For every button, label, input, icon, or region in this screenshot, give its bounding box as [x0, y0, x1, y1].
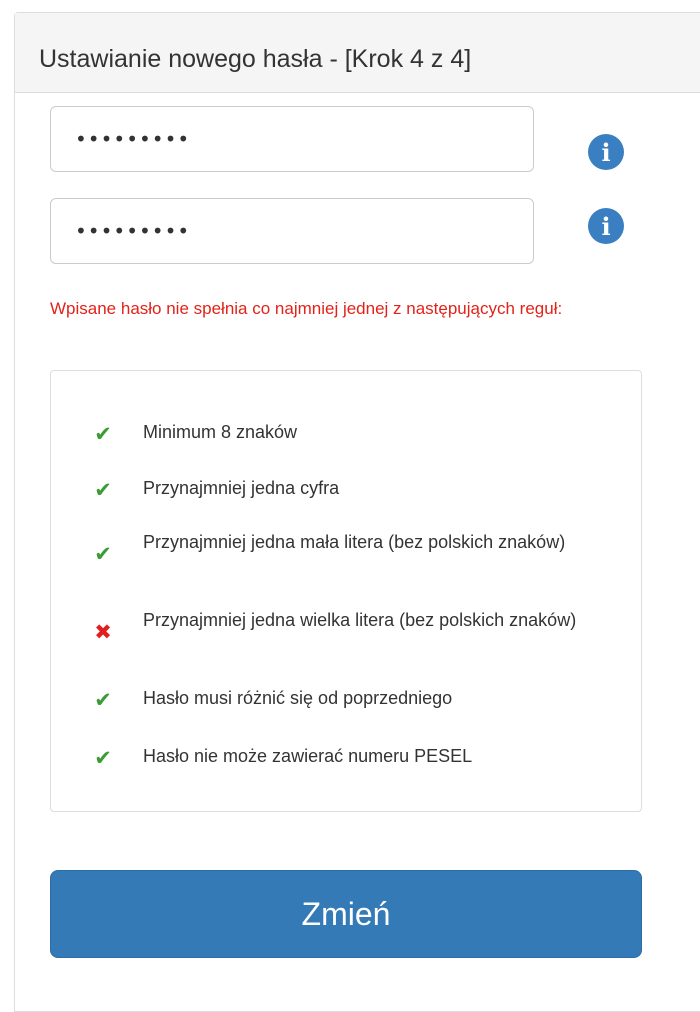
rule-label: Przynajmniej jedna mała litera (bez pols…: [143, 532, 566, 552]
checkmark-icon: ✔: [94, 542, 112, 566]
checkmark-icon: ✔: [94, 478, 112, 502]
new-password-field[interactable]: [50, 106, 534, 172]
password-rules-list: ✔ Minimum 8 znaków ✔ Przynajmniej jedna …: [50, 370, 642, 812]
rule-label: Przynajmniej jedna wielka litera (bez po…: [143, 610, 577, 630]
checkmark-icon: ✔: [94, 422, 112, 446]
info-icon[interactable]: i: [588, 208, 624, 244]
checkmark-icon: ✔: [94, 688, 112, 712]
rule-label: Hasło musi różnić się od poprzedniego: [143, 688, 453, 708]
panel-title: Ustawianie nowego hasła - [Krok 4 z 4]: [15, 13, 700, 93]
confirm-password-row: i: [50, 198, 650, 264]
rule-label: Przynajmniej jedna cyfra: [143, 478, 340, 498]
error-message: Wpisane hasło nie spełnia co najmniej je…: [50, 299, 563, 318]
info-icon[interactable]: i: [588, 134, 624, 170]
new-password-row: i: [50, 106, 650, 172]
confirm-password-field[interactable]: [50, 198, 534, 264]
rule-label: Minimum 8 znaków: [143, 422, 298, 442]
rule-label: Hasło nie może zawierać numeru PESEL: [143, 746, 473, 766]
cross-icon: ✖: [94, 620, 112, 644]
checkmark-icon: ✔: [94, 746, 112, 770]
change-password-button[interactable]: Zmień: [50, 870, 642, 958]
